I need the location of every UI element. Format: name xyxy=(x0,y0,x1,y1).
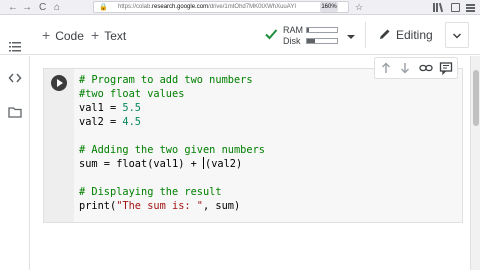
ram-meter[interactable] xyxy=(306,27,338,33)
zoom-level-badge[interactable]: 160% xyxy=(320,2,338,12)
code-line[interactable]: val2 = 4.5 xyxy=(79,115,265,129)
code-brackets-icon[interactable] xyxy=(8,71,22,85)
arrow-down-icon[interactable] xyxy=(398,61,412,75)
add-text-button[interactable]: + Text xyxy=(91,26,126,44)
plus-icon: + xyxy=(91,27,100,43)
editing-mode-label[interactable]: Editing xyxy=(396,26,433,44)
pencil-icon xyxy=(380,29,390,39)
home-icon[interactable]: ⌂ xyxy=(54,0,60,15)
caret-down-icon[interactable] xyxy=(347,35,355,39)
toc-icon[interactable] xyxy=(8,40,22,54)
add-code-button[interactable]: + Code xyxy=(42,26,84,44)
menu-icon[interactable] xyxy=(466,3,475,12)
code-token: # Displaying the result xyxy=(79,186,222,198)
folder-icon[interactable] xyxy=(8,105,22,119)
code-line[interactable]: val1 = 5.5 xyxy=(79,101,265,115)
reload-icon[interactable]: C xyxy=(39,0,46,15)
url-path: /drive/1mtOhd7MK0tXWhXuuAYI xyxy=(208,4,296,10)
code-line[interactable]: print("The sum is: ", sum) xyxy=(79,199,265,213)
code-token: #two float values xyxy=(79,88,185,100)
code-line[interactable] xyxy=(79,171,265,185)
code-line[interactable]: # Displaying the result xyxy=(79,185,265,199)
cell-gutter xyxy=(44,69,74,222)
code-cell[interactable]: # Program to add two numbers #two float v… xyxy=(43,57,463,223)
lock-icon: 🔒 xyxy=(99,4,108,11)
star-icon[interactable]: ☆ xyxy=(355,0,363,15)
plus-icon: + xyxy=(42,27,51,43)
url-text[interactable]: https://colab.research.google.com/drive/… xyxy=(118,1,314,13)
code-token: 4.5 xyxy=(122,116,142,128)
run-cell-button[interactable] xyxy=(51,75,67,91)
url-host: research.google.com xyxy=(152,4,209,10)
notebook-toolbar: + Code + Text RAM Disk Editing xyxy=(0,15,480,55)
code-line[interactable]: # Adding the two given numbers xyxy=(79,143,265,157)
code-token: # Adding the two given numbers xyxy=(79,144,265,156)
back-icon[interactable]: ← xyxy=(8,0,18,15)
add-code-label: Code xyxy=(55,29,84,43)
code-token: 5.5 xyxy=(122,102,142,114)
code-token: val2 = xyxy=(79,116,123,128)
comment-icon[interactable] xyxy=(439,61,453,75)
check-icon xyxy=(265,29,278,40)
code-token: val1 = xyxy=(79,102,123,114)
link-icon[interactable] xyxy=(419,61,433,75)
library-icon[interactable] xyxy=(433,2,444,13)
arrow-up-icon[interactable] xyxy=(379,61,393,75)
add-text-label: Text xyxy=(104,29,127,43)
code-editor[interactable]: # Program to add two numbers #two float v… xyxy=(79,73,265,213)
code-line[interactable]: # Program to add two numbers xyxy=(79,73,265,87)
code-token: print( xyxy=(79,200,117,212)
scroll-thumb[interactable] xyxy=(473,70,479,126)
code-token: "The sum is: " xyxy=(116,200,203,212)
code-line[interactable]: sum = float(val1) + (val2) xyxy=(79,157,265,171)
disk-label: Disk xyxy=(283,36,301,46)
cell-toolbar xyxy=(374,57,458,79)
forward-icon[interactable]: → xyxy=(22,0,32,15)
chevron-down-icon xyxy=(453,33,461,39)
disk-meter[interactable] xyxy=(306,38,338,44)
disk-meter-fill xyxy=(307,39,315,43)
notebook-scrollbar[interactable] xyxy=(470,56,480,270)
url-prefix: https://colab. xyxy=(118,4,153,10)
code-line[interactable]: #two float values xyxy=(79,87,265,101)
code-token: # Program to add two numbers xyxy=(79,74,253,86)
left-sidebar xyxy=(0,42,30,270)
code-token: , sum) xyxy=(203,200,241,212)
collapse-header-button[interactable] xyxy=(445,22,469,48)
code-token: (val2) xyxy=(205,158,243,170)
browser-toolbar: ← → C ⌂ 🔒 https://colab.research.google.… xyxy=(0,0,480,15)
code-line[interactable] xyxy=(79,129,265,143)
toolbar-divider xyxy=(365,22,366,48)
ram-label: RAM xyxy=(283,25,303,35)
text-cursor xyxy=(203,157,204,169)
code-token: sum = float(val1) + xyxy=(79,158,203,170)
ram-meter-fill xyxy=(307,28,309,32)
reader-icon[interactable] xyxy=(451,3,460,12)
